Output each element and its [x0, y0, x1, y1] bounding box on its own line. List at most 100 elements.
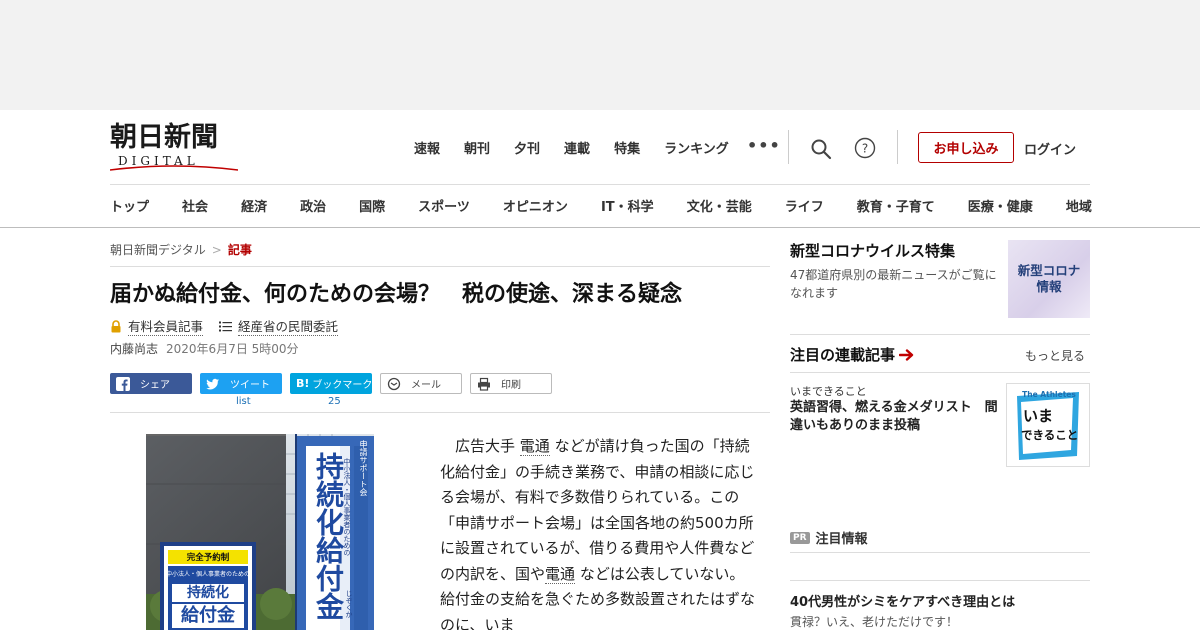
category-nav: トップ 社会 経済 政治 国際 スポーツ オピニオン IT・科学 文化・芸能 ラ… — [110, 196, 1092, 215]
corona-feature-title[interactable]: 新型コロナウイルス特集 — [790, 240, 955, 261]
athletic-thumb-top: The Athletes — [1022, 390, 1076, 399]
breadcrumb-divider — [110, 266, 770, 267]
mail-icon — [387, 377, 401, 390]
catnav-item-culture[interactable]: 文化・芸能 — [687, 196, 752, 215]
catnav-item-top[interactable]: トップ — [110, 196, 149, 215]
dentsu-link[interactable]: 電通 — [519, 437, 550, 456]
topnav-item-rensai[interactable]: 連載 — [564, 138, 590, 157]
ad-banner-area — [0, 0, 1200, 110]
subscribe-button[interactable]: お申し込み — [918, 132, 1014, 163]
sidebar-divider — [790, 334, 1090, 335]
header-divider — [110, 184, 1090, 185]
nav-divider — [897, 130, 898, 164]
search-icon[interactable] — [810, 138, 832, 160]
site-header: 朝日新聞 DIGITAL 速報 朝刊 夕刊 連載 特集 ランキング ••• ? … — [0, 110, 1200, 228]
facebook-share-label: シェア — [140, 380, 170, 391]
catnav-item-health[interactable]: 医療・健康 — [968, 196, 1033, 215]
nav-divider — [788, 130, 789, 164]
series-tag-link[interactable]: 経産省の民間委託 — [238, 316, 339, 336]
article-tags: 有料会員記事 経産省の民間委託 — [110, 316, 339, 336]
site-logo[interactable]: 朝日新聞 DIGITAL — [110, 122, 242, 171]
pr-section-heading: PR 注目情報 — [790, 528, 868, 547]
catnav-item-opinion[interactable]: オピニオン — [503, 196, 568, 215]
topnav-item-sokuho[interactable]: 速報 — [414, 138, 440, 157]
corona-feature-thumbnail[interactable]: 新型コロナ 情報 — [1008, 240, 1090, 318]
pr-article-subtitle: 貫禄？いえ、老けただけです！ — [790, 615, 959, 629]
breadcrumb-home[interactable]: 朝日新聞デジタル — [110, 243, 206, 257]
top-nav: 速報 朝刊 夕刊 連載 特集 ランキング — [414, 138, 753, 157]
print-label: 印刷 — [501, 380, 521, 391]
featured-series-heading[interactable]: 注目の連載記事 — [790, 344, 915, 365]
hatena-bookmark-label: ブックマーク — [312, 380, 373, 391]
share-bar: シェア ツイート B! ブックマーク メール 印刷 — [110, 373, 552, 394]
list-icon — [219, 321, 233, 331]
catnav-item-economy[interactable]: 経済 — [241, 196, 267, 215]
banner-lower-text: じぞくか — [345, 590, 353, 618]
printer-icon — [478, 377, 490, 391]
catnav-item-international[interactable]: 国際 — [359, 196, 385, 215]
catnav-item-education[interactable]: 教育・子育て — [857, 196, 935, 215]
logo-swoosh — [110, 165, 238, 171]
catnav-item-it-science[interactable]: IT・科学 — [601, 196, 654, 215]
print-button[interactable]: 印刷 — [470, 373, 552, 394]
topnav-item-choukan[interactable]: 朝刊 — [464, 138, 490, 157]
series-name: いまできること — [790, 385, 867, 398]
banner-side-text: 申請サポート会 — [359, 440, 368, 496]
hatena-bookmark-button[interactable]: B! ブックマーク — [290, 373, 372, 394]
lock-icon — [111, 319, 121, 332]
pr-badge: PR — [790, 531, 810, 544]
login-link[interactable]: ログイン — [1024, 139, 1076, 158]
pr-article-link[interactable]: 40代男性がシミをケアすべき理由とは — [790, 591, 1015, 610]
athletic-thumb-line1: いま — [1023, 407, 1054, 425]
catnav-item-society[interactable]: 社会 — [182, 196, 208, 215]
breadcrumb-separator: > — [211, 243, 222, 257]
body-segment: などが請け負った国の「持続化給付金」の手続き業務で、申請の相談に応じる会場が、有… — [440, 437, 755, 583]
topnav-item-tokushu[interactable]: 特集 — [614, 138, 640, 157]
twitter-share-label: ツイート — [230, 380, 270, 391]
article-body: 広告大手 電通 などが請け負った国の「持続化給付金」の手続き業務で、申請の相談に… — [440, 434, 758, 630]
author-name: 内藤尚志 — [110, 342, 159, 356]
catnav-item-life[interactable]: ライフ — [785, 196, 824, 215]
facebook-share-button[interactable]: シェア — [110, 373, 192, 394]
sidebar-divider — [790, 580, 1090, 581]
logo-text: 朝日新聞 — [110, 122, 218, 153]
twitter-share-button[interactable]: ツイート — [200, 373, 282, 394]
share-divider — [110, 412, 770, 413]
mail-share-button[interactable]: メール — [380, 373, 462, 394]
breadcrumb-current: 記事 — [227, 243, 252, 257]
catnav-item-politics[interactable]: 政治 — [300, 196, 326, 215]
pr-section-title: 注目情報 — [815, 532, 868, 547]
body-segment: 広告大手 — [440, 437, 516, 455]
article-title: 届かぬ給付金、何のための会場？ 税の使途、深まる疑念 — [110, 282, 683, 307]
twitter-icon — [206, 378, 219, 389]
series-article-link[interactable]: 英語習得、燃える金メダリスト 間違いもありのまま投稿 — [790, 399, 1000, 435]
article-byline: 内藤尚志 2020年6月7日 5時00分 — [110, 340, 299, 357]
paid-member-tag[interactable]: 有料会員記事 — [128, 316, 204, 336]
athletic-thumb-line2: できること — [1021, 428, 1079, 442]
corona-thumb-line2: 情報 — [1036, 279, 1062, 294]
sign-line2: 給付金 — [181, 605, 235, 626]
sign-top-text: 完全予約制 — [186, 553, 230, 563]
series-thumbnail[interactable]: The Athletes いま できること — [1006, 383, 1090, 467]
topnav-item-yuukan[interactable]: 夕刊 — [514, 138, 540, 157]
catnav-item-region[interactable]: 地域 — [1066, 196, 1092, 215]
sidebar-divider — [790, 372, 1090, 373]
sign-line1: 持続化 — [187, 585, 229, 601]
help-icon[interactable]: ? — [854, 137, 876, 159]
breadcrumb: 朝日新聞デジタル > 記事 — [110, 241, 252, 258]
twitter-count-link[interactable]: list — [236, 396, 251, 407]
featured-series-title: 注目の連載記事 — [790, 346, 896, 364]
topnav-item-ranking[interactable]: ランキング — [664, 138, 729, 157]
more-menu-icon[interactable]: ••• — [747, 136, 781, 155]
hatena-count-link[interactable]: 25 — [328, 396, 341, 407]
svg-text:?: ? — [862, 142, 868, 156]
sidebar-divider — [790, 552, 1090, 553]
see-more-link[interactable]: もっと見る — [1025, 347, 1085, 364]
mail-share-label: メール — [411, 380, 441, 391]
publish-date: 2020年6月7日 5時00分 — [166, 342, 299, 356]
arrow-right-icon — [899, 348, 914, 361]
dentsu-link[interactable]: 電通 — [545, 564, 576, 584]
article-photo[interactable]: 申請サポート会 中小法人・個人事業者のための 持続化給付金 じぞくか 完全予約制… — [146, 434, 374, 630]
banner-main-text: 持続化給付金 — [312, 452, 345, 620]
catnav-item-sports[interactable]: スポーツ — [418, 196, 470, 215]
